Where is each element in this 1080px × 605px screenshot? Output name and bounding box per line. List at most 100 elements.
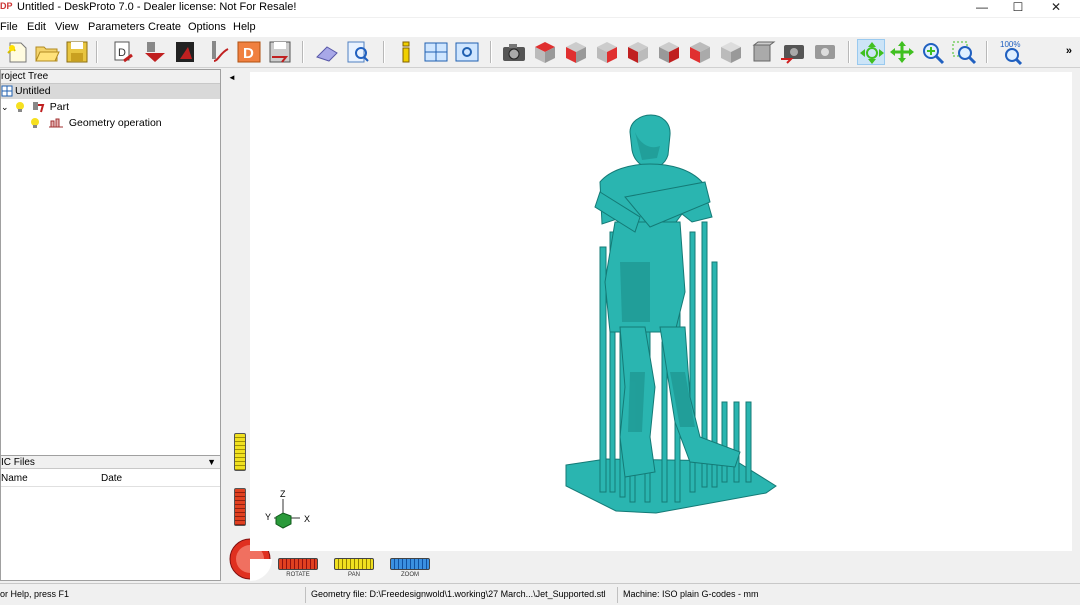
geometry-operation-icon: [48, 117, 64, 129]
zoom-dial-vertical[interactable]: [234, 433, 246, 471]
cube-front-icon: [566, 42, 586, 63]
view-top-button[interactable]: [531, 39, 559, 65]
left-panel: roject Tree Untitled ⌄ Part Geometry ope: [0, 69, 221, 581]
project-tree-header: roject Tree: [1, 70, 220, 84]
toolbar-separator: [986, 41, 988, 63]
magnifier-page-icon: [347, 41, 369, 63]
model-render: [565, 114, 777, 514]
viewport-area: ◄ Z Y X ROTATE PAN ZOOM: [224, 69, 1080, 581]
tree-item-root[interactable]: Untitled: [1, 84, 220, 99]
part-params-icon: [176, 42, 194, 62]
cube-grey-icon: [752, 41, 776, 62]
lightbulb-icon[interactable]: [14, 101, 26, 113]
zoom-slider[interactable]: [390, 558, 430, 570]
application-window: DP Untitled - DeskProto 7.0 - Dealer lic…: [0, 0, 1080, 605]
nc-files-header[interactable]: IC Files ▼: [1, 455, 220, 469]
zoom-box-icon: [952, 41, 977, 65]
close-button[interactable]: ✕: [1038, 0, 1074, 17]
collapse-panel-arrow-icon[interactable]: ◄: [228, 73, 236, 82]
menu-create[interactable]: Create: [148, 21, 181, 33]
menu-edit[interactable]: Edit: [27, 21, 46, 33]
title-bar: DP Untitled - DeskProto 7.0 - Dealer lic…: [0, 0, 1080, 17]
zoom-100-icon: 100%: [1000, 40, 1023, 65]
rotate-mode-button[interactable]: [857, 39, 885, 65]
zoom-area-button[interactable]: [950, 39, 978, 65]
support-base-plate: [565, 458, 777, 514]
rotate-slider[interactable]: [278, 558, 318, 570]
view-front-button[interactable]: [562, 39, 590, 65]
tree-item-part[interactable]: ⌄ Part: [1, 100, 69, 115]
deskproto-operation-button[interactable]: D: [235, 39, 263, 65]
view-iso-alt-button[interactable]: [748, 39, 776, 65]
zoom-100-label: 100%: [1000, 40, 1020, 49]
lightbulb-icon[interactable]: [29, 117, 41, 129]
view-iso-button[interactable]: [717, 39, 745, 65]
column-header-name[interactable]: Name: [1, 473, 28, 484]
tool-path-icon: [212, 41, 229, 62]
pan-mode-button[interactable]: [888, 39, 916, 65]
eraser-icon: [316, 46, 338, 62]
pan-arrows-icon: [890, 41, 914, 63]
camera-grey-icon: [815, 45, 835, 59]
view-next-button[interactable]: [810, 39, 838, 65]
menu-options[interactable]: Options: [188, 21, 226, 33]
pan-slider[interactable]: [334, 558, 374, 570]
view-previous-button[interactable]: [779, 39, 807, 65]
column-header-date[interactable]: Date: [101, 473, 122, 484]
pan-label: PAN: [348, 572, 360, 578]
part-arrow-icon: [145, 42, 165, 62]
menu-file[interactable]: File: [0, 21, 18, 33]
cube-bottom-icon: [690, 42, 710, 63]
view-right-button[interactable]: [593, 39, 621, 65]
operation-button[interactable]: [204, 39, 232, 65]
view-bottom-button[interactable]: [686, 39, 714, 65]
save-nc-button[interactable]: [266, 39, 294, 65]
status-geometry-file: Geometry file: D:\Freedesignwold\1.worki…: [311, 589, 606, 599]
expand-chevron-icon[interactable]: ⌄: [1, 100, 11, 115]
d-letter-icon: D: [237, 41, 261, 63]
dropdown-arrow-icon[interactable]: ▼: [207, 456, 216, 469]
view-camera-button[interactable]: [500, 39, 528, 65]
toolbar-separator: [848, 41, 850, 63]
maximize-button[interactable]: ☐: [1000, 0, 1036, 17]
svg-text:D: D: [118, 47, 126, 59]
menu-help[interactable]: Help: [233, 21, 256, 33]
part-parameters-button[interactable]: [172, 39, 200, 65]
zoom-100-button[interactable]: 100%: [997, 39, 1025, 65]
toolbar-separator: [96, 41, 98, 63]
save-nc-icon: [269, 41, 291, 63]
zoom-mode-button[interactable]: [919, 39, 947, 65]
toolbar-separator: [383, 41, 385, 63]
toolbar-overflow-chevron-icon[interactable]: »: [1066, 45, 1072, 57]
open-folder-icon: [35, 46, 60, 62]
rotate-dial-vertical[interactable]: [234, 488, 246, 526]
tree-item-geometry-operation[interactable]: Geometry operation: [29, 116, 162, 131]
load-part-button[interactable]: D: [110, 39, 138, 65]
view-left-button[interactable]: [655, 39, 683, 65]
new-project-button[interactable]: [4, 39, 32, 65]
open-project-button[interactable]: [33, 39, 61, 65]
cube-iso-icon: [721, 42, 741, 63]
save-project-button[interactable]: [63, 39, 91, 65]
preview-button[interactable]: [344, 39, 372, 65]
zoom-window-button[interactable]: [453, 39, 481, 65]
axis-indicator: Z Y X: [264, 489, 314, 534]
menu-view[interactable]: View: [55, 21, 79, 33]
cube-back-icon: [628, 42, 648, 63]
window-grid-icon: [424, 42, 448, 62]
tree-root-label: Untitled: [15, 85, 51, 97]
info-button[interactable]: [392, 39, 420, 65]
simulation-button[interactable]: [313, 39, 341, 65]
nc-files-title: IC Files: [1, 457, 35, 468]
view-layout-button[interactable]: [422, 39, 450, 65]
view-back-button[interactable]: [624, 39, 652, 65]
rotate-label: ROTATE: [286, 572, 310, 578]
toolbar-separator: [302, 41, 304, 63]
menu-parameters[interactable]: Parameters: [88, 21, 145, 33]
add-part-button[interactable]: [141, 39, 169, 65]
minimize-button[interactable]: —: [964, 0, 1000, 17]
tree-geometry-operation-label: Geometry operation: [68, 117, 162, 129]
project-icon: [1, 85, 13, 97]
3d-viewport[interactable]: [250, 72, 1072, 551]
status-bar: or Help, press F1 Geometry file: D:\Free…: [0, 583, 1080, 605]
